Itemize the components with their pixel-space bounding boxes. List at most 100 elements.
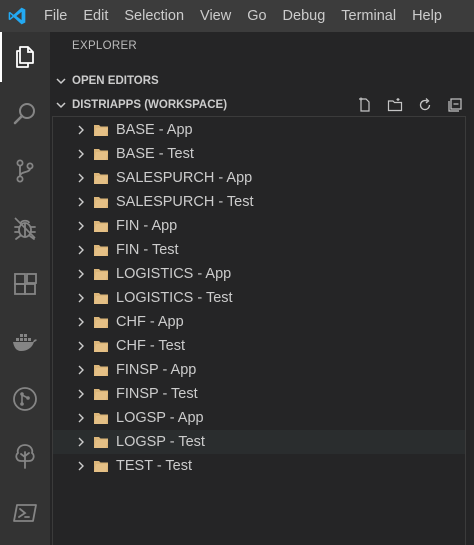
chevron-right-icon [71,317,91,327]
tree-row[interactable]: CHF - App [53,310,465,334]
chevron-right-icon [71,221,91,231]
powershell-icon [13,504,37,522]
folder-label: LOGSP - Test [116,434,205,450]
debug-icon [14,217,36,240]
activity-tree[interactable] [0,431,50,481]
chevron-right-icon [71,413,91,423]
folder-label: CHF - Test [116,338,186,354]
menu-edit[interactable]: Edit [75,0,116,32]
activity-debug[interactable] [0,203,50,253]
chevron-right-icon [71,437,91,447]
folder-label: FINSP - Test [116,386,198,402]
menu-debug[interactable]: Debug [275,0,334,32]
tree-row[interactable]: BASE - Test [53,142,465,166]
activity-docker[interactable] [0,317,50,367]
folder-label: LOGSP - App [116,410,204,426]
folder-label: BASE - App [116,122,193,138]
folder-label: LOGISTICS - Test [116,290,233,306]
folder-icon [91,219,111,233]
chevron-right-icon [71,149,91,159]
folder-label: CHF - App [116,314,184,330]
folder-label: FIN - App [116,218,178,234]
tree-row[interactable]: LOGISTICS - Test [53,286,465,310]
workspace-actions [354,93,466,117]
folder-icon [91,123,111,137]
folder-label: LOGISTICS - App [116,266,232,282]
workspace-label: DISTRIAPPS (WORKSPACE) [72,99,228,111]
folder-icon [91,147,111,161]
chevron-right-icon [71,293,91,303]
folder-label: FIN - Test [116,242,179,258]
folder-icon [91,435,111,449]
activity-source-control[interactable] [0,146,50,196]
workspace-header[interactable]: DISTRIAPPS (WORKSPACE) [50,93,474,117]
menu-terminal[interactable]: Terminal [333,0,404,32]
tree-row[interactable]: FINSP - App [53,358,465,382]
folder-label: SALESPURCH - App [116,170,253,186]
docker-icon [13,334,37,351]
collapse-all-icon[interactable] [444,94,466,116]
new-file-icon[interactable] [354,94,376,116]
chevron-right-icon [71,461,91,471]
title-bar: File Edit Selection View Go Debug Termin… [0,0,474,32]
folder-icon [91,267,111,281]
source-control-icon [16,159,34,183]
tree-row[interactable]: LOGISTICS - App [53,262,465,286]
folder-icon [91,363,111,377]
tree-row[interactable]: LOGSP - Test [53,430,465,454]
extensions-icon [14,273,37,295]
vscode-logo-icon [0,0,34,32]
menu-view[interactable]: View [192,0,239,32]
folder-icon [91,459,111,473]
activity-bar [0,32,50,545]
refresh-icon[interactable] [414,94,436,116]
folder-label: SALESPURCH - Test [116,194,254,210]
tree-row[interactable]: FIN - Test [53,238,465,262]
folder-icon [91,411,111,425]
folder-icon [91,171,111,185]
menu-selection[interactable]: Selection [116,0,192,32]
open-editors-label: OPEN EDITORS [72,75,159,87]
folder-icon [91,291,111,305]
activity-git-graph[interactable] [0,374,50,424]
tree-row[interactable]: LOGSP - App [53,406,465,430]
activity-explorer[interactable] [0,32,50,82]
folder-icon [91,195,111,209]
folder-label: BASE - Test [116,146,194,162]
git-graph-icon [13,387,37,411]
chevron-right-icon [71,365,91,375]
tree-row[interactable]: FIN - App [53,214,465,238]
tree-row[interactable]: SALESPURCH - Test [53,190,465,214]
menu-bar: File Edit Selection View Go Debug Termin… [34,0,450,32]
tree-row[interactable]: BASE - App [53,118,465,142]
menu-go[interactable]: Go [239,0,274,32]
activity-powershell[interactable] [0,488,50,538]
tree-row[interactable]: TEST - Test [53,454,465,478]
folder-label: FINSP - App [116,362,197,378]
activity-search[interactable] [0,89,50,139]
search-icon [13,103,35,125]
chevron-down-icon [50,75,72,87]
workspace-tree: BASE - App BASE - Test SALESPURCH - App … [52,116,466,545]
open-editors-header[interactable]: OPEN EDITORS [50,69,474,93]
tree-row[interactable]: FINSP - Test [53,382,465,406]
chevron-down-icon [50,99,72,111]
chevron-right-icon [71,125,91,135]
folder-label: TEST - Test [116,458,193,474]
activity-extensions[interactable] [0,260,50,310]
chevron-right-icon [71,173,91,183]
chevron-right-icon [71,341,91,351]
folder-icon [91,315,111,329]
tree-row[interactable]: CHF - Test [53,334,465,358]
new-folder-icon[interactable] [384,94,406,116]
chevron-right-icon [71,245,91,255]
menu-help[interactable]: Help [404,0,450,32]
chevron-right-icon [71,197,91,207]
files-icon [16,46,34,68]
tree-row[interactable]: SALESPURCH - App [53,166,465,190]
menu-file[interactable]: File [34,0,75,32]
tree-icon [15,444,35,469]
explorer-title: EXPLORER [72,40,138,52]
folder-icon [91,243,111,257]
folder-icon [91,387,111,401]
